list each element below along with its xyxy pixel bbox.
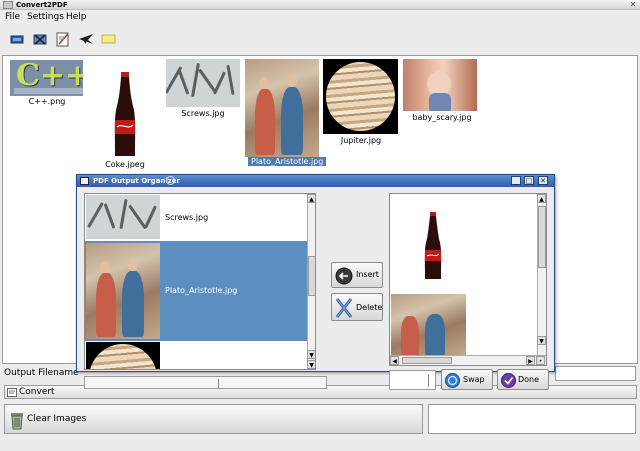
done-button[interactable]: Done [497,369,549,390]
thumbnail-plato-aristotle[interactable] [245,59,319,157]
menu-settings[interactable]: Settings [27,10,64,24]
list-item-selected[interactable]: Plato_Aristotle.jpg [85,241,307,341]
insert-button[interactable]: Insert [331,262,383,288]
list-item-label: Plato_Aristotle.jpg [165,286,238,295]
scroll-left-icon[interactable]: ◀ [390,356,399,365]
edit-icon[interactable] [54,30,72,48]
scroll-down-icon[interactable]: ▼ [307,350,315,359]
list-item-thumbnail [86,342,160,369]
thumbnail-cpp[interactable]: C++ [10,60,83,96]
scroll-thumb[interactable] [402,357,452,364]
swap-button[interactable]: Swap [441,369,493,390]
window-titlebar[interactable] [0,0,640,10]
output-filename-label: Output Filename [4,368,79,378]
pin-icon[interactable] [166,176,175,185]
scroll-down-icon[interactable]: ▼ [537,336,546,345]
list-item-thumbnail [86,195,160,239]
list-horizontal-bar[interactable] [84,376,327,389]
close-icon[interactable]: ✕ [627,0,639,10]
list-item-label: Screws.jpg [165,213,209,222]
menu-file[interactable]: File [5,10,20,24]
delete-label: Delete [356,303,383,312]
preview-hscrollbar[interactable]: ◀ ▶ • [390,355,546,365]
scroll-corner: • [536,356,545,365]
pdf-icon [7,388,17,397]
done-label: Done [518,375,540,384]
delete-x-icon [335,298,353,318]
dialog-close-icon[interactable]: ✕ [538,176,548,185]
thumbnail-caption-selected: Plato_Aristotle.jpg [248,157,327,166]
app-icon [3,1,13,9]
thumbnail-caption: Jupiter.jpg [340,136,382,145]
page-field[interactable] [389,370,436,390]
list-item[interactable]: Screws.jpg [85,194,307,241]
menu-help[interactable]: Help [66,10,87,24]
thumbnail-screws[interactable] [166,59,240,107]
preview-list[interactable]: ▲ ▼ ◀ ▶ • [389,193,547,366]
note-icon[interactable] [100,30,118,48]
preview-image-coke [424,212,442,279]
window-title: Convert2PDF [16,1,68,9]
scroll-right-icon[interactable]: ▶ [526,356,535,365]
insert-arrow-icon [335,267,353,285]
dialog-app-icon [80,177,89,185]
scroll-down-icon[interactable]: ▼ [307,360,315,369]
swap-label: Swap [463,375,485,384]
menu-bar [0,10,640,24]
delete-button[interactable]: Delete [331,293,383,321]
output-filename-input[interactable] [555,366,636,381]
image-icon[interactable] [8,30,26,48]
plane-icon[interactable] [77,30,95,48]
close-icon[interactable] [31,30,49,48]
thumbnail-caption: Screws.jpg [181,109,225,118]
clear-images-button[interactable]: Clear Images [4,404,423,434]
thumbnail-caption: Coke.jpeg [105,160,145,169]
insert-label: Insert [356,270,379,279]
trash-icon [11,413,23,430]
scroll-up-icon[interactable]: ▲ [537,194,546,203]
thumbnail-caption: C++.png [28,97,66,106]
thumbnail-baby[interactable] [403,59,477,111]
scroll-thumb[interactable] [538,206,546,268]
maximize-icon[interactable]: □ [524,176,534,185]
minimize-icon[interactable]: _ [511,176,521,185]
thumbnail-jupiter[interactable] [323,59,398,134]
list-item-thumbnail [86,243,160,339]
done-icon [501,373,516,388]
convert-button-label: Convert [19,387,55,397]
preview-vscrollbar[interactable]: ▲ ▼ [537,194,546,356]
thumbnail-caption: baby_scary.jpg [412,113,472,122]
output-order-list[interactable]: Screws.jpg Plato_Aristotle.jpg ▲ ▼ ▼ [84,193,316,370]
toolbar [0,26,640,52]
list-scrollbar[interactable]: ▲ ▼ ▼ [307,194,315,369]
scroll-thumb[interactable] [308,256,315,296]
thumbnail-coke[interactable] [110,72,140,158]
clear-images-label: Clear Images [27,414,87,424]
scroll-up-icon[interactable]: ▲ [307,194,315,203]
preview-image-plato [391,294,466,356]
list-item[interactable] [85,341,307,369]
swap-icon [445,373,460,388]
status-field [428,404,636,434]
